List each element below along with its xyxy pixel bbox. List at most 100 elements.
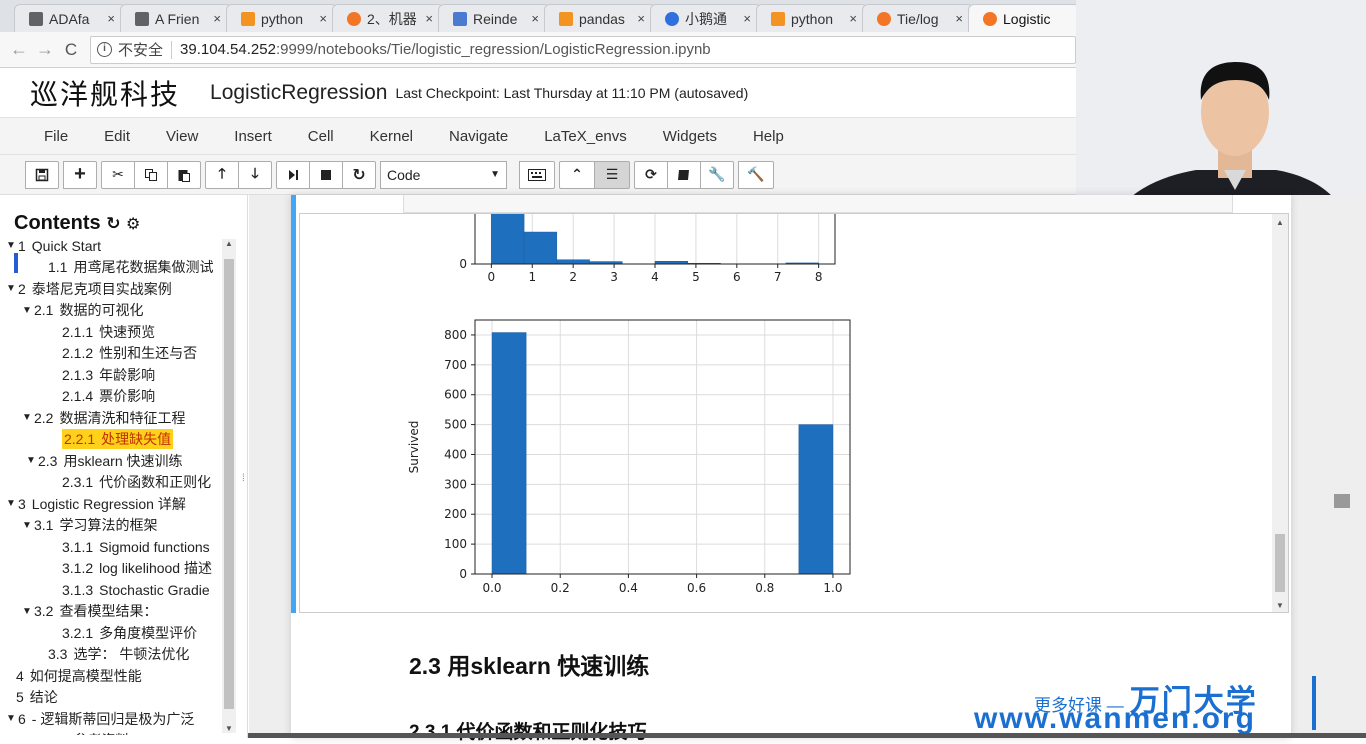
toc-item[interactable]: 3.2.1 多角度模型评价 xyxy=(0,622,222,644)
toc-item[interactable]: ▼ 6 - 逻辑斯蒂回归是极为广泛 xyxy=(0,708,222,730)
browser-tab[interactable]: 2、机器 × xyxy=(332,4,444,32)
menu-insert[interactable]: Insert xyxy=(234,128,272,145)
cut-icon[interactable]: ✂ xyxy=(101,160,135,189)
browser-tab[interactable]: python × xyxy=(226,4,338,32)
output-scrollbar[interactable]: ▲ ▼ xyxy=(1272,214,1288,612)
toc-item[interactable]: 3.1.2 log likelihood 描述 xyxy=(0,558,222,580)
toc-item[interactable]: 2.3.1 代价函数和正则化 xyxy=(0,472,222,494)
toc-caret-icon[interactable]: ▼ xyxy=(20,305,34,316)
gear-icon[interactable]: ⚙ xyxy=(126,216,140,233)
browser-tab[interactable]: A Frien × xyxy=(120,4,232,32)
refresh-icon[interactable]: ⟳ xyxy=(634,160,668,189)
toc-item[interactable]: ▼ 2 泰塔尼克项目实战案例 xyxy=(0,278,222,300)
hammer-icon[interactable]: 🔨 xyxy=(738,160,774,189)
menu-widgets[interactable]: Widgets xyxy=(663,128,717,145)
toc-caret-icon[interactable]: ▼ xyxy=(4,498,18,509)
forward-icon[interactable]: → xyxy=(32,39,58,60)
plus-icon[interactable]: + xyxy=(63,160,97,189)
copy-icon[interactable] xyxy=(134,160,168,189)
reload-icon[interactable]: C xyxy=(58,40,84,60)
stop-icon[interactable] xyxy=(309,160,343,189)
toc-caret-icon[interactable]: ▼ xyxy=(24,455,38,466)
scroll-down-arrow-icon[interactable]: ▼ xyxy=(1272,601,1288,610)
page-scrollbar[interactable] xyxy=(1332,218,1366,738)
list-icon[interactable]: ☰ xyxy=(594,160,630,189)
close-tab-icon[interactable]: × xyxy=(425,11,433,26)
close-tab-icon[interactable]: × xyxy=(743,11,751,26)
menu-kernel[interactable]: Kernel xyxy=(370,128,413,145)
browser-tab[interactable]: ADAfa × xyxy=(14,4,126,32)
y-tick-label: 400 xyxy=(444,447,467,461)
menu-navigate[interactable]: Navigate xyxy=(449,128,508,145)
toc-item[interactable]: 2.1.4 票价影响 xyxy=(0,386,222,408)
close-tab-icon[interactable]: × xyxy=(955,11,963,26)
toc-item[interactable]: 2.1.2 性别和生还与否 xyxy=(0,343,222,365)
toc-item[interactable]: 4 如何提高模型性能 xyxy=(0,665,222,687)
toc-caret-icon[interactable]: ▼ xyxy=(4,283,18,294)
browser-tab[interactable]: pandas × xyxy=(544,4,656,32)
cell-type-select[interactable]: Code ▼ xyxy=(380,160,507,189)
menu-latex-envs[interactable]: LaTeX_envs xyxy=(544,128,627,145)
notebook-title[interactable]: LogisticRegression xyxy=(210,81,387,105)
toc-item[interactable]: 3.1.3 Stochastic Gradie xyxy=(0,579,222,601)
arrow-up-icon[interactable]: 🡑 xyxy=(205,160,239,189)
run-icon[interactable] xyxy=(276,160,310,189)
menu-cell[interactable]: Cell xyxy=(308,128,334,145)
toc-item[interactable]: 3.3 选学： 牛顿法优化 xyxy=(0,644,222,666)
browser-tab[interactable]: Tie/log × xyxy=(862,4,974,32)
toc-caret-icon[interactable]: ▼ xyxy=(20,412,34,423)
toc-item[interactable]: 5 结论 xyxy=(0,687,222,709)
wrench-icon[interactable]: 🔧 xyxy=(700,160,734,189)
browser-tab[interactable]: python × xyxy=(756,4,868,32)
resize-handle-icon[interactable]: ⁞ xyxy=(242,473,245,484)
menu-view[interactable]: View xyxy=(166,128,198,145)
toc-item[interactable]: 2.1.3 年龄影响 xyxy=(0,364,222,386)
toc-item[interactable]: ▼ 3.1 学习算法的框架 xyxy=(0,515,222,537)
toc-item[interactable]: 2.2.1 处理缺失值 xyxy=(0,429,222,451)
save-icon[interactable] xyxy=(25,160,59,189)
toc-caret-icon[interactable]: ▼ xyxy=(4,713,18,724)
url-input[interactable]: i 不安全 39.104.54.252:9999/notebooks/Tie/l… xyxy=(90,35,1076,64)
arrow-down-icon[interactable]: 🡓 xyxy=(238,160,272,189)
toc-item[interactable]: 2.1.1 快速预览 xyxy=(0,321,222,343)
toc-item[interactable]: ▼ 2.1 数据的可视化 xyxy=(0,300,222,322)
toc-caret-icon[interactable]: ▼ xyxy=(20,520,34,531)
close-tab-icon[interactable]: × xyxy=(319,11,327,26)
toc-item[interactable]: ▼ 1 Quick Start xyxy=(0,235,222,257)
page-scroll-thumb[interactable] xyxy=(1334,494,1350,508)
output-scroll-thumb[interactable] xyxy=(1275,534,1285,592)
menu-edit[interactable]: Edit xyxy=(104,128,130,145)
toc-scroll-thumb[interactable] xyxy=(224,259,234,709)
close-tab-icon[interactable]: × xyxy=(107,11,115,26)
toc-item[interactable]: ▼ 3 Logistic Regression 详解 xyxy=(0,493,222,515)
toc-item[interactable]: ▼ 2.2 数据清洗和特征工程 xyxy=(0,407,222,429)
keyboard-icon[interactable] xyxy=(519,160,555,189)
scroll-up-arrow-icon[interactable]: ▲ xyxy=(222,239,236,248)
collapse-icon[interactable]: ⌃ xyxy=(559,160,595,189)
back-icon[interactable]: ← xyxy=(6,39,32,60)
reload-icon[interactable]: ↻ xyxy=(106,214,120,233)
close-tab-icon[interactable]: × xyxy=(531,11,539,26)
close-tab-icon[interactable]: × xyxy=(637,11,645,26)
toc-caret-icon[interactable]: ▼ xyxy=(4,240,18,251)
book-icon[interactable] xyxy=(667,160,701,189)
scroll-up-arrow-icon[interactable]: ▲ xyxy=(1272,218,1288,227)
close-tab-icon[interactable]: × xyxy=(213,11,221,26)
close-tab-icon[interactable]: × xyxy=(849,11,857,26)
restart-icon[interactable]: ↻ xyxy=(342,160,376,189)
toc-item[interactable]: 6.1 参考资料 xyxy=(0,730,222,735)
browser-tab[interactable]: Reinde × xyxy=(438,4,550,32)
toc-item[interactable]: ▼ 2.3 用sklearn 快速训练 xyxy=(0,450,222,472)
scroll-down-arrow-icon[interactable]: ▼ xyxy=(222,724,236,733)
menu-help[interactable]: Help xyxy=(753,128,784,145)
toc-caret-icon[interactable]: ▼ xyxy=(20,606,34,617)
toc-scrollbar[interactable]: ▲ ▼ xyxy=(222,239,236,733)
info-icon[interactable]: i xyxy=(97,42,112,57)
toc-item[interactable]: 1.1 用鸢尾花数据集做测试 xyxy=(0,257,222,279)
browser-tab[interactable]: 小鹅通 × xyxy=(650,4,762,32)
paste-icon[interactable] xyxy=(167,160,201,189)
menu-file[interactable]: File xyxy=(44,128,68,145)
browser-tab[interactable]: Logistic xyxy=(968,4,1080,32)
toc-item[interactable]: ▼ 3.2 查看模型结果： xyxy=(0,601,222,623)
toc-item[interactable]: 3.1.1 Sigmoid functions xyxy=(0,536,222,558)
